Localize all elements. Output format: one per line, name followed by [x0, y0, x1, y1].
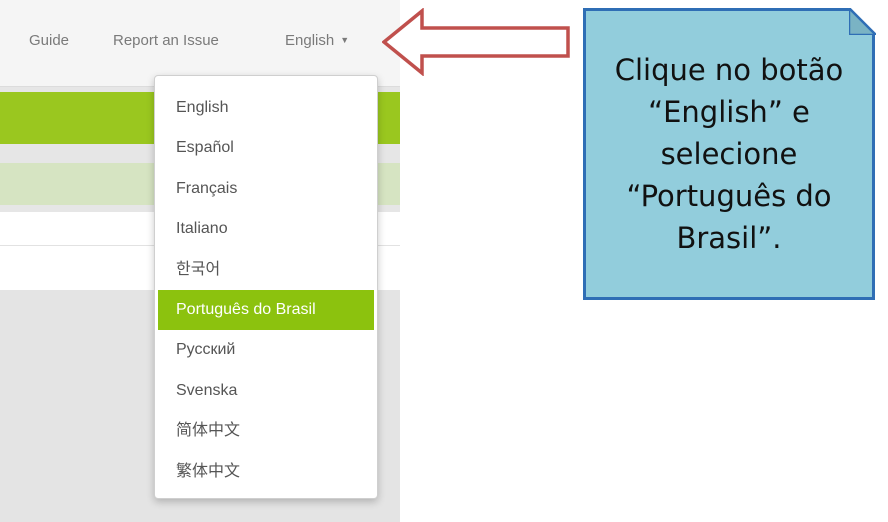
language-menu-label: English — [285, 32, 335, 49]
language-option[interactable]: Italiano — [155, 209, 377, 249]
language-option[interactable]: 简体中文 — [155, 411, 377, 451]
instruction-callout: Clique no botão “English” e selecione “P… — [583, 8, 875, 300]
callout-text: Clique no botão “English” e selecione “P… — [614, 53, 844, 255]
caret-down-icon: ▼ — [340, 35, 350, 45]
folded-corner-icon — [849, 8, 876, 35]
top-navbar: Guide Report an Issue English ▼ — [0, 0, 400, 87]
language-option-selected[interactable]: Português do Brasil — [158, 289, 374, 331]
app-screenshot: Guide Report an Issue English▼ blis þ En… — [0, 0, 400, 522]
language-option[interactable]: 繁体中文 — [155, 452, 377, 492]
report-issue-link[interactable]: Report an Issue — [113, 32, 219, 49]
language-option[interactable]: Русский — [155, 330, 377, 370]
language-option[interactable]: Français — [155, 169, 377, 209]
language-menu-button[interactable]: English ▼ — [285, 32, 349, 49]
language-option[interactable]: Svenska — [155, 371, 377, 411]
language-dropdown: English Español Français Italiano 한국어 Portugu… — [154, 75, 378, 499]
language-option[interactable]: English — [155, 88, 377, 128]
guide-link[interactable]: Guide — [29, 32, 69, 49]
language-list: English Español Français Italiano 한국어 Portugu… — [155, 76, 377, 492]
language-option[interactable]: 한국어 — [155, 250, 377, 290]
language-option[interactable]: Español — [155, 128, 377, 168]
left-arrow-annotation — [382, 8, 570, 76]
